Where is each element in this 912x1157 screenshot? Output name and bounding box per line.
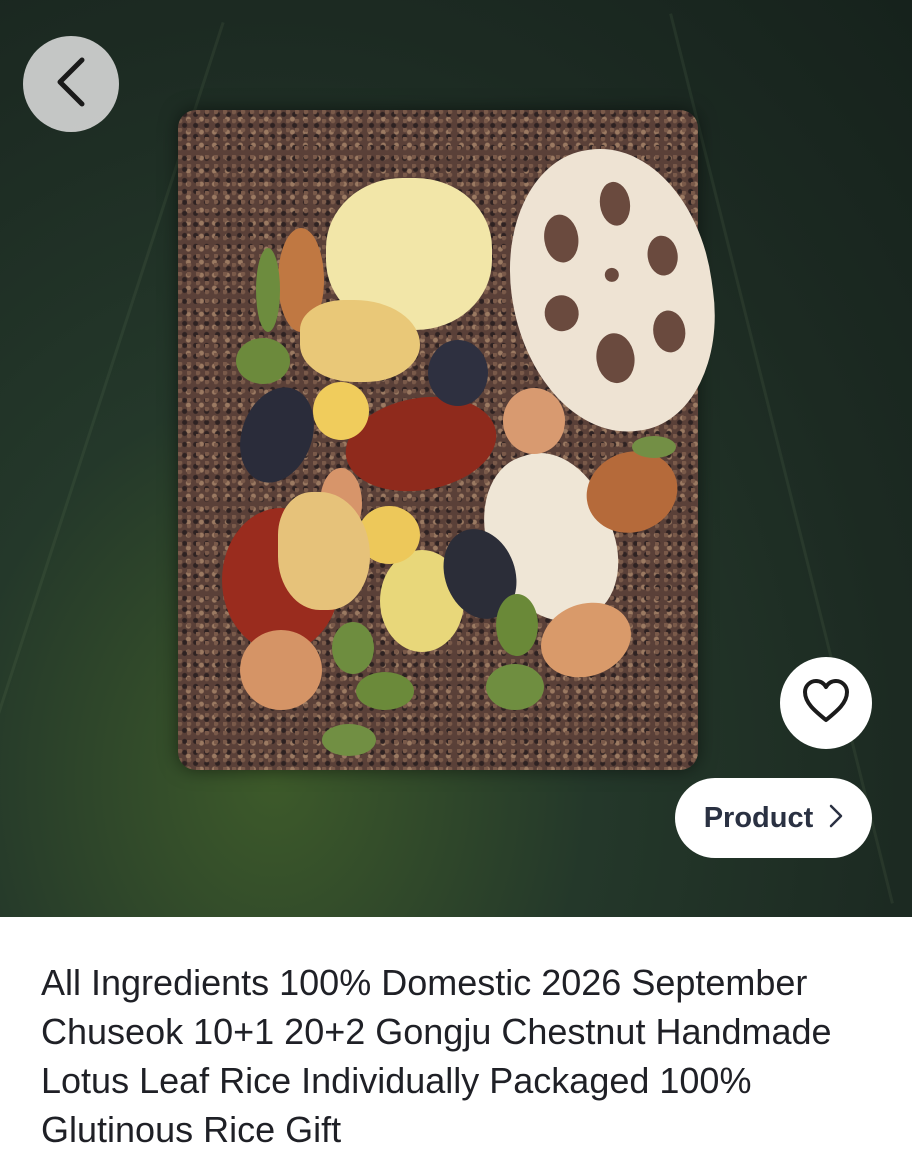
peanut <box>240 630 322 710</box>
pumpkin-seed <box>356 672 414 710</box>
chevron-right-icon <box>829 804 843 833</box>
pumpkin-seed <box>256 248 280 332</box>
pumpkin-seed <box>486 664 544 710</box>
pumpkin-seed <box>236 338 290 384</box>
product-image[interactable]: Product <box>0 0 912 917</box>
pumpkin-seed <box>322 724 376 756</box>
pumpkin-seed <box>332 622 374 674</box>
black-bean <box>428 340 488 406</box>
chevron-left-icon <box>54 56 88 113</box>
ginkgo <box>313 382 369 440</box>
pumpkin-seed <box>632 436 676 458</box>
product-title: All Ingredients 100% Domestic 2026 Septe… <box>41 962 832 1150</box>
product-button[interactable]: Product <box>675 778 872 858</box>
peanut <box>503 388 565 454</box>
heart-outline-icon <box>801 678 851 729</box>
pumpkin-seed <box>496 594 538 656</box>
back-button[interactable] <box>23 36 119 132</box>
favorite-button[interactable] <box>780 657 872 749</box>
leaf-vein <box>669 13 894 904</box>
product-button-label: Product <box>703 801 814 834</box>
